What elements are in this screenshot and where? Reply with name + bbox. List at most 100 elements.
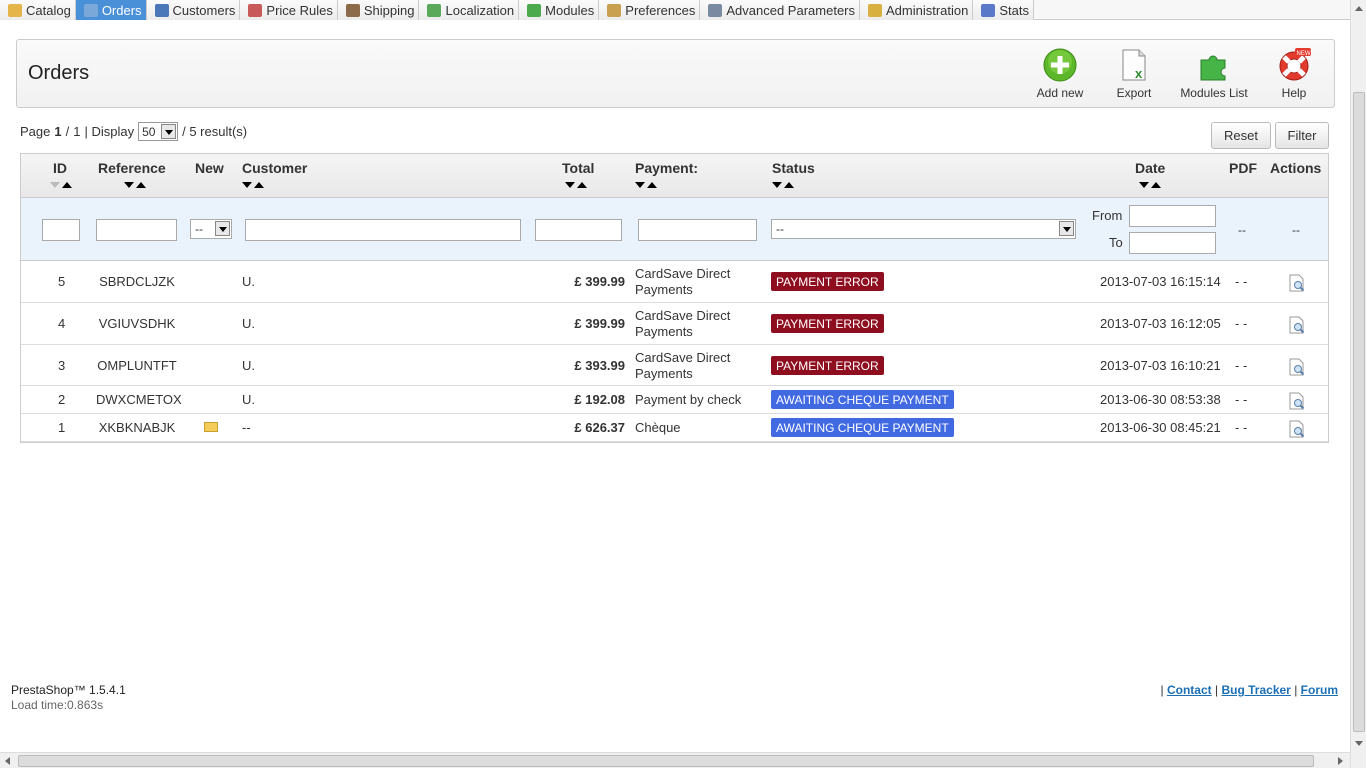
filter-id-input[interactable]	[42, 219, 80, 241]
vertical-scrollbar[interactable]	[1350, 0, 1366, 768]
chevron-down-icon	[215, 221, 230, 236]
sort-desc-icon[interactable]	[635, 182, 645, 188]
toolbar: Orders Add new x Export Modules List NEW…	[16, 39, 1335, 108]
tab-preferences[interactable]: Preferences	[599, 0, 701, 20]
sort-asc-icon[interactable]	[647, 182, 657, 188]
scroll-down-icon[interactable]	[1355, 741, 1363, 746]
col-pdf: PDF	[1229, 160, 1257, 176]
add-new-label: Add new	[1036, 86, 1084, 100]
view-order-icon[interactable]	[1289, 274, 1305, 292]
sort-asc-icon[interactable]	[62, 182, 72, 188]
view-order-icon[interactable]	[1289, 316, 1305, 334]
filter-pdf-placeholder: --	[1238, 223, 1246, 237]
tab-orders[interactable]: Orders	[75, 0, 147, 20]
table-row[interactable]: 3 OMPLUNTFT U. £ 393.99 CardSave Direct Payme…	[21, 345, 1328, 386]
modules-list-label: Modules List	[1180, 86, 1248, 100]
filter-total-input[interactable]	[535, 219, 622, 241]
user-icon	[154, 3, 169, 17]
view-order-icon[interactable]	[1289, 358, 1305, 376]
filter-button[interactable]: Filter	[1275, 122, 1329, 149]
tab-stats[interactable]: Stats	[973, 0, 1034, 20]
scroll-up-icon[interactable]	[1355, 6, 1363, 11]
tab-label: Modules	[545, 2, 595, 18]
sort-total[interactable]	[565, 181, 593, 189]
tab-catalog[interactable]: Catalog	[0, 0, 76, 20]
col-new: New	[195, 160, 224, 176]
per-page-select[interactable]: 50	[138, 122, 179, 141]
link-separator: |	[1294, 683, 1298, 697]
sort-desc-icon[interactable]	[50, 182, 60, 188]
tab-price-rules[interactable]: Price Rules	[240, 0, 338, 20]
sort-date[interactable]	[1139, 181, 1167, 189]
vertical-scroll-thumb[interactable]	[1353, 92, 1365, 732]
folder-icon	[8, 3, 22, 17]
reset-button[interactable]: Reset	[1211, 122, 1271, 149]
scroll-left-icon[interactable]	[5, 757, 10, 765]
filter-payment-input[interactable]	[638, 219, 757, 241]
tab-shipping[interactable]: Shipping	[337, 0, 420, 20]
bug-tracker-link[interactable]: Bug Tracker	[1221, 683, 1290, 697]
order-date: 2013-07-03 16:10:21	[1100, 358, 1221, 373]
scroll-right-icon[interactable]	[1338, 757, 1343, 765]
export-button[interactable]: x Export	[1094, 48, 1174, 100]
horizontal-scroll-thumb[interactable]	[18, 755, 1314, 767]
filter-customer-input[interactable]	[245, 219, 521, 241]
table-row[interactable]: 2 DWXCMETOX U. £ 192.08 Payment by check AWAI…	[21, 386, 1328, 414]
sort-asc-icon[interactable]	[577, 182, 587, 188]
sort-desc-icon[interactable]	[1139, 182, 1149, 188]
order-payment-line2: Payments	[635, 366, 693, 381]
sort-desc-icon[interactable]	[772, 182, 782, 188]
status-badge: PAYMENT ERROR	[771, 314, 884, 333]
puzzle-icon	[1200, 55, 1226, 81]
col-reference: Reference	[98, 160, 166, 176]
forum-link[interactable]: Forum	[1301, 683, 1338, 697]
order-pdf: - -	[1235, 274, 1248, 289]
tab-customers[interactable]: Customers	[146, 0, 241, 20]
sort-id[interactable]	[50, 181, 78, 189]
tab-modules[interactable]: Modules	[519, 0, 600, 20]
link-separator: |	[1215, 683, 1219, 697]
sort-payment[interactable]	[635, 181, 663, 189]
date-from-input[interactable]	[1129, 205, 1216, 227]
sort-desc-icon[interactable]	[124, 182, 134, 188]
table-row[interactable]: 1 XKBKNABJK -- £ 626.37 Chèque AWAITING CHEQU…	[21, 414, 1328, 442]
date-to-input[interactable]	[1129, 232, 1216, 254]
col-actions: Actions	[1270, 160, 1322, 176]
export-label: Export	[1116, 86, 1152, 100]
filter-new-select[interactable]: --	[190, 219, 232, 239]
sort-reference[interactable]	[124, 181, 152, 189]
tab-label: Price Rules	[266, 2, 333, 18]
filter-actions-placeholder: --	[1292, 223, 1300, 237]
sort-customer[interactable]	[242, 181, 270, 189]
filter-reference-input[interactable]	[96, 219, 177, 241]
horizontal-scrollbar[interactable]	[0, 752, 1350, 768]
sort-asc-icon[interactable]	[784, 182, 794, 188]
tab-localization[interactable]: Localization	[419, 0, 520, 20]
modules-list-button[interactable]: Modules List	[1174, 48, 1254, 100]
table-row[interactable]: 4 VGIUVSDHK U. £ 399.99 CardSave Direct Payme…	[21, 303, 1328, 345]
order-pdf: - -	[1235, 420, 1248, 435]
sort-desc-icon[interactable]	[565, 182, 575, 188]
order-reference: SBRDCLJZK	[99, 274, 175, 289]
key-icon	[868, 3, 882, 17]
help-button[interactable]: NEW Help	[1254, 48, 1334, 100]
sort-status[interactable]	[772, 181, 800, 189]
contact-link[interactable]: Contact	[1167, 683, 1212, 697]
tab-label: Customers	[172, 2, 236, 18]
sort-asc-icon[interactable]	[254, 182, 264, 188]
filter-status-select[interactable]: --	[771, 219, 1076, 239]
tab-label: Catalog	[26, 2, 71, 18]
sort-desc-icon[interactable]	[242, 182, 252, 188]
sort-asc-icon[interactable]	[1151, 182, 1161, 188]
tab-advanced-parameters[interactable]: Advanced Parameters	[700, 0, 860, 20]
sort-asc-icon[interactable]	[136, 182, 146, 188]
table-row[interactable]: 5 SBRDCLJZK U. £ 399.99 CardSave Direct Payme…	[21, 261, 1328, 303]
col-status: Status	[772, 160, 815, 176]
tab-administration[interactable]: Administration	[860, 0, 974, 20]
page-separator: /	[65, 124, 70, 139]
order-reference: XKBKNABJK	[98, 420, 176, 435]
view-order-icon[interactable]	[1289, 392, 1305, 410]
add-new-button[interactable]: Add new	[1020, 48, 1100, 100]
date-from-label: From	[1092, 208, 1123, 223]
view-order-icon[interactable]	[1289, 420, 1305, 438]
